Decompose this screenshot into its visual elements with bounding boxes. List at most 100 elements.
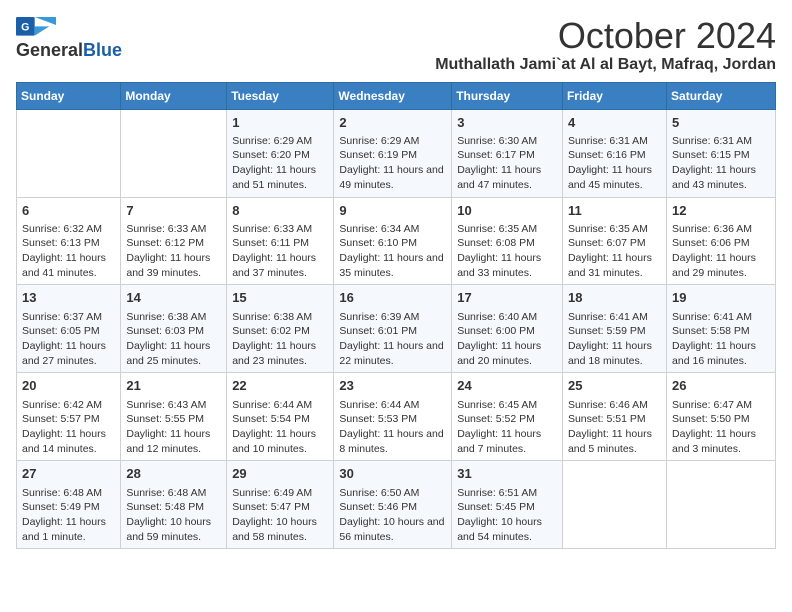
calendar-cell: 22 Sunrise: 6:44 AM Sunset: 5:54 PM Dayli… bbox=[227, 373, 334, 461]
day-info: Sunrise: 6:39 AM Sunset: 6:01 PM Dayligh… bbox=[339, 310, 446, 369]
day-number: 12 bbox=[672, 202, 770, 220]
day-info: Sunrise: 6:44 AM Sunset: 5:54 PM Dayligh… bbox=[232, 398, 328, 457]
calendar-cell: 24 Sunrise: 6:45 AM Sunset: 5:52 PM Dayli… bbox=[452, 373, 563, 461]
page-header: G GeneralBlue October 2024 Muthallath Ja… bbox=[16, 16, 776, 74]
day-number: 9 bbox=[339, 202, 446, 220]
calendar-cell: 11Sunrise: 6:35 AM Sunset: 6:07 PM Dayli… bbox=[562, 197, 666, 285]
day-number: 22 bbox=[232, 377, 328, 395]
calendar-cell: 7Sunrise: 6:33 AM Sunset: 6:12 PM Daylig… bbox=[121, 197, 227, 285]
day-info: Sunrise: 6:51 AM Sunset: 5:45 PM Dayligh… bbox=[457, 486, 557, 545]
column-header-saturday: Saturday bbox=[667, 82, 776, 109]
day-info: Sunrise: 6:47 AM Sunset: 5:50 PM Dayligh… bbox=[672, 398, 770, 457]
calendar-cell: 29 Sunrise: 6:49 AM Sunset: 5:47 PM Dayli… bbox=[227, 461, 334, 549]
day-info: Sunrise: 6:31 AM Sunset: 6:16 PM Dayligh… bbox=[568, 134, 661, 193]
calendar-week-row: 6 Sunrise: 6:32 AM Sunset: 6:13 PM Daylig… bbox=[17, 197, 776, 285]
column-header-friday: Friday bbox=[562, 82, 666, 109]
day-number: 29 bbox=[232, 465, 328, 483]
calendar-cell: 4 Sunrise: 6:31 AM Sunset: 6:16 PM Daylig… bbox=[562, 109, 666, 197]
calendar-cell bbox=[121, 109, 227, 197]
day-number: 15 bbox=[232, 289, 328, 307]
day-number: 27 bbox=[22, 465, 115, 483]
day-number: 3 bbox=[457, 114, 557, 132]
day-number: 17 bbox=[457, 289, 557, 307]
day-info: Sunrise: 6:31 AM Sunset: 6:15 PM Dayligh… bbox=[672, 134, 770, 193]
calendar-table: SundayMondayTuesdayWednesdayThursdayFrid… bbox=[16, 82, 776, 550]
calendar-cell: 14Sunrise: 6:38 AM Sunset: 6:03 PM Dayli… bbox=[121, 285, 227, 373]
calendar-cell: 12 Sunrise: 6:36 AM Sunset: 6:06 PM Dayli… bbox=[667, 197, 776, 285]
calendar-cell: 20 Sunrise: 6:42 AM Sunset: 5:57 PM Dayli… bbox=[17, 373, 121, 461]
calendar-cell bbox=[667, 461, 776, 549]
day-number: 30 bbox=[339, 465, 446, 483]
day-number: 4 bbox=[568, 114, 661, 132]
day-info: Sunrise: 6:29 AM Sunset: 6:19 PM Dayligh… bbox=[339, 134, 446, 193]
day-info: Sunrise: 6:45 AM Sunset: 5:52 PM Dayligh… bbox=[457, 398, 557, 457]
day-info: Sunrise: 6:41 AM Sunset: 5:58 PM Dayligh… bbox=[672, 310, 770, 369]
calendar-week-row: 13 Sunrise: 6:37 AM Sunset: 6:05 PM Dayli… bbox=[17, 285, 776, 373]
day-info: Sunrise: 6:32 AM Sunset: 6:13 PM Dayligh… bbox=[22, 222, 115, 281]
title-block: October 2024 Muthallath Jami`at Al al Ba… bbox=[435, 16, 776, 74]
calendar-cell: 27 Sunrise: 6:48 AM Sunset: 5:49 PM Dayli… bbox=[17, 461, 121, 549]
day-number: 26 bbox=[672, 377, 770, 395]
calendar-cell: 19 Sunrise: 6:41 AM Sunset: 5:58 PM Dayli… bbox=[667, 285, 776, 373]
day-number: 20 bbox=[22, 377, 115, 395]
calendar-cell: 31 Sunrise: 6:51 AM Sunset: 5:45 PM Dayli… bbox=[452, 461, 563, 549]
logo-text-general: General bbox=[16, 40, 83, 61]
day-number: 31 bbox=[457, 465, 557, 483]
calendar-cell: 6 Sunrise: 6:32 AM Sunset: 6:13 PM Daylig… bbox=[17, 197, 121, 285]
calendar-cell: 17Sunrise: 6:40 AM Sunset: 6:00 PM Dayli… bbox=[452, 285, 563, 373]
day-number: 6 bbox=[22, 202, 115, 220]
day-number: 5 bbox=[672, 114, 770, 132]
day-info: Sunrise: 6:48 AM Sunset: 5:49 PM Dayligh… bbox=[22, 486, 115, 545]
day-number: 21 bbox=[126, 377, 221, 395]
column-header-wednesday: Wednesday bbox=[334, 82, 452, 109]
calendar-cell: 10Sunrise: 6:35 AM Sunset: 6:08 PM Dayli… bbox=[452, 197, 563, 285]
day-info: Sunrise: 6:50 AM Sunset: 5:46 PM Dayligh… bbox=[339, 486, 446, 545]
day-info: Sunrise: 6:43 AM Sunset: 5:55 PM Dayligh… bbox=[126, 398, 221, 457]
column-header-monday: Monday bbox=[121, 82, 227, 109]
day-number: 8 bbox=[232, 202, 328, 220]
calendar-cell bbox=[562, 461, 666, 549]
day-info: Sunrise: 6:49 AM Sunset: 5:47 PM Dayligh… bbox=[232, 486, 328, 545]
day-info: Sunrise: 6:35 AM Sunset: 6:08 PM Dayligh… bbox=[457, 222, 557, 281]
calendar-cell: 5 Sunrise: 6:31 AM Sunset: 6:15 PM Daylig… bbox=[667, 109, 776, 197]
day-info: Sunrise: 6:29 AM Sunset: 6:20 PM Dayligh… bbox=[232, 134, 328, 193]
month-title: October 2024 bbox=[435, 16, 776, 56]
day-number: 28 bbox=[126, 465, 221, 483]
location-title: Muthallath Jami`at Al al Bayt, Mafraq, J… bbox=[435, 56, 776, 74]
day-number: 16 bbox=[339, 289, 446, 307]
day-info: Sunrise: 6:37 AM Sunset: 6:05 PM Dayligh… bbox=[22, 310, 115, 369]
calendar-cell: 30 Sunrise: 6:50 AM Sunset: 5:46 PM Dayli… bbox=[334, 461, 452, 549]
day-number: 19 bbox=[672, 289, 770, 307]
calendar-cell: 2Sunrise: 6:29 AM Sunset: 6:19 PM Daylig… bbox=[334, 109, 452, 197]
calendar-cell: 28 Sunrise: 6:48 AM Sunset: 5:48 PM Dayli… bbox=[121, 461, 227, 549]
calendar-cell: 1Sunrise: 6:29 AM Sunset: 6:20 PM Daylig… bbox=[227, 109, 334, 197]
logo: G GeneralBlue bbox=[16, 16, 122, 61]
calendar-cell: 26 Sunrise: 6:47 AM Sunset: 5:50 PM Dayli… bbox=[667, 373, 776, 461]
day-number: 25 bbox=[568, 377, 661, 395]
calendar-cell: 9 Sunrise: 6:34 AM Sunset: 6:10 PM Daylig… bbox=[334, 197, 452, 285]
day-info: Sunrise: 6:34 AM Sunset: 6:10 PM Dayligh… bbox=[339, 222, 446, 281]
calendar-cell: 15Sunrise: 6:38 AM Sunset: 6:02 PM Dayli… bbox=[227, 285, 334, 373]
day-number: 13 bbox=[22, 289, 115, 307]
day-info: Sunrise: 6:42 AM Sunset: 5:57 PM Dayligh… bbox=[22, 398, 115, 457]
day-info: Sunrise: 6:48 AM Sunset: 5:48 PM Dayligh… bbox=[126, 486, 221, 545]
calendar-cell: 13 Sunrise: 6:37 AM Sunset: 6:05 PM Dayli… bbox=[17, 285, 121, 373]
day-info: Sunrise: 6:41 AM Sunset: 5:59 PM Dayligh… bbox=[568, 310, 661, 369]
calendar-week-row: 1Sunrise: 6:29 AM Sunset: 6:20 PM Daylig… bbox=[17, 109, 776, 197]
column-header-sunday: Sunday bbox=[17, 82, 121, 109]
calendar-cell: 21 Sunrise: 6:43 AM Sunset: 5:55 PM Dayli… bbox=[121, 373, 227, 461]
day-info: Sunrise: 6:33 AM Sunset: 6:11 PM Dayligh… bbox=[232, 222, 328, 281]
day-info: Sunrise: 6:36 AM Sunset: 6:06 PM Dayligh… bbox=[672, 222, 770, 281]
day-number: 23 bbox=[339, 377, 446, 395]
calendar-cell: 3 Sunrise: 6:30 AM Sunset: 6:17 PM Daylig… bbox=[452, 109, 563, 197]
calendar-header-row: SundayMondayTuesdayWednesdayThursdayFrid… bbox=[17, 82, 776, 109]
day-info: Sunrise: 6:46 AM Sunset: 5:51 PM Dayligh… bbox=[568, 398, 661, 457]
day-info: Sunrise: 6:30 AM Sunset: 6:17 PM Dayligh… bbox=[457, 134, 557, 193]
calendar-week-row: 27 Sunrise: 6:48 AM Sunset: 5:49 PM Dayli… bbox=[17, 461, 776, 549]
day-number: 11 bbox=[568, 202, 661, 220]
day-number: 24 bbox=[457, 377, 557, 395]
column-header-tuesday: Tuesday bbox=[227, 82, 334, 109]
calendar-cell: 25 Sunrise: 6:46 AM Sunset: 5:51 PM Dayli… bbox=[562, 373, 666, 461]
calendar-week-row: 20 Sunrise: 6:42 AM Sunset: 5:57 PM Dayli… bbox=[17, 373, 776, 461]
calendar-cell: 18Sunrise: 6:41 AM Sunset: 5:59 PM Dayli… bbox=[562, 285, 666, 373]
